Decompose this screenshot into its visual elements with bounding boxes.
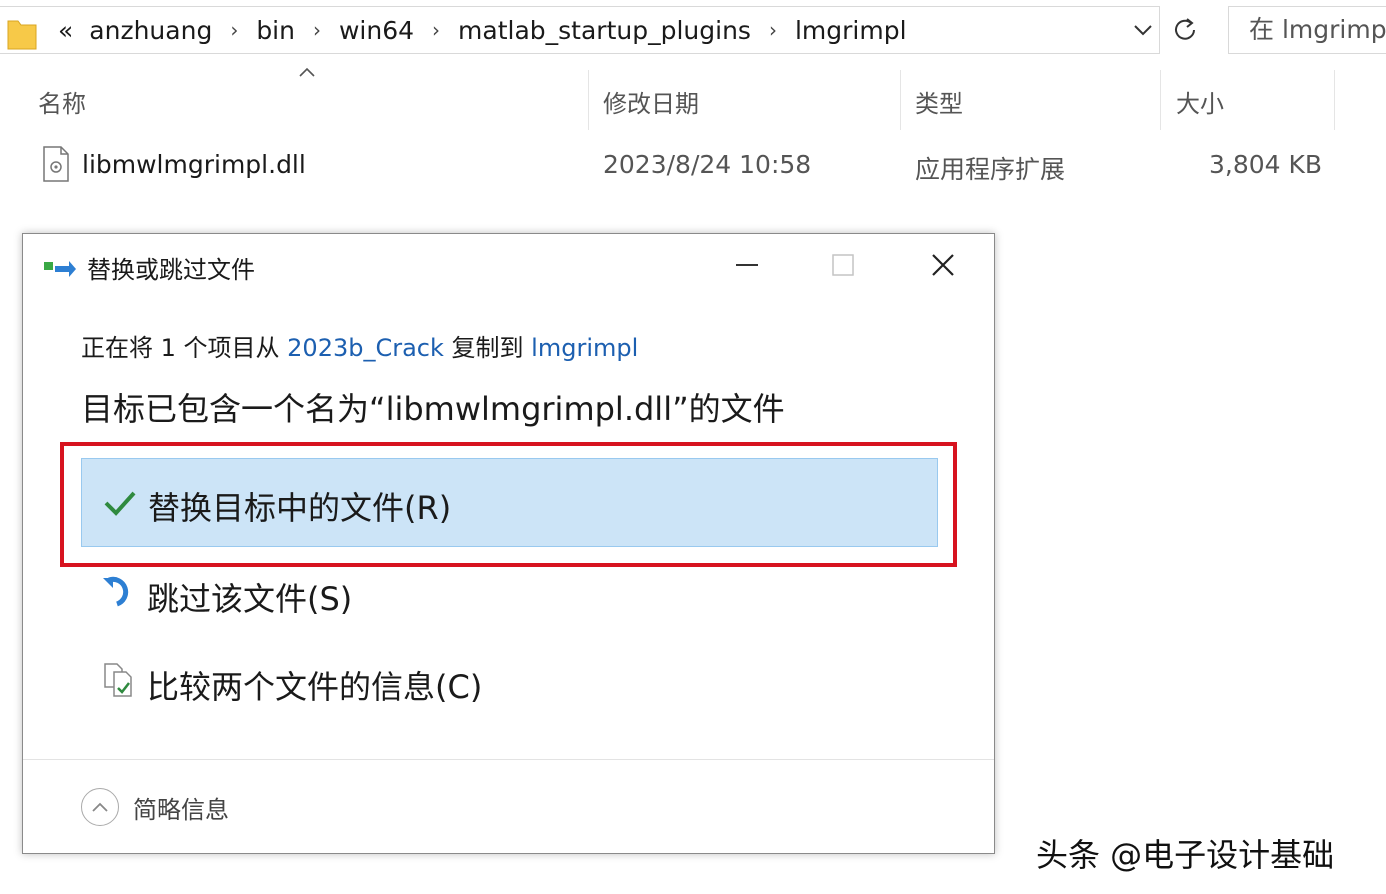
- address-bar[interactable]: « anzhuang › bin › win64 › matlab_startu…: [0, 6, 1160, 54]
- column-divider[interactable]: [588, 70, 589, 130]
- maximize-button[interactable]: [795, 234, 891, 296]
- copy-file-icon: [44, 261, 76, 277]
- maximize-icon: [832, 254, 854, 276]
- breadcrumb: « anzhuang › bin › win64 › matlab_startu…: [50, 7, 915, 53]
- conflict-message: 目标已包含一个名为“libmwlmgrimpl.dll”的文件: [81, 390, 785, 428]
- breadcrumb-item-lmgrimpl[interactable]: lmgrimpl: [795, 16, 907, 45]
- dialog-title: 替换或跳过文件: [87, 256, 255, 284]
- column-header-size[interactable]: 大小: [1176, 84, 1224, 119]
- replace-or-skip-dialog: 替换或跳过文件 正在将 1 个项目从 2023b_Crack 复制到 lmgri…: [22, 233, 995, 854]
- refresh-icon: [1175, 18, 1195, 40]
- column-header-name[interactable]: 名称: [38, 84, 86, 119]
- breadcrumb-item-bin[interactable]: bin: [256, 16, 295, 45]
- compare-files-icon: [104, 663, 132, 697]
- folder-icon: [7, 20, 37, 50]
- close-button[interactable]: [895, 234, 991, 296]
- file-name: libmwlmgrimpl.dll: [82, 150, 306, 179]
- minimize-button[interactable]: [699, 234, 795, 296]
- close-icon: [932, 254, 954, 276]
- file-size: 3,804 KB: [1209, 150, 1323, 179]
- column-divider[interactable]: [900, 70, 901, 130]
- file-type: 应用程序扩展: [915, 155, 1066, 184]
- toggle-details-button[interactable]: [81, 788, 119, 826]
- refresh-button[interactable]: [1162, 6, 1208, 54]
- replace-file-option[interactable]: 替换目标中的文件(R): [81, 458, 938, 547]
- skip-arrow-icon: [103, 576, 129, 607]
- replace-option-label: 替换目标中的文件(R): [148, 489, 452, 527]
- checkmark-icon: [104, 491, 136, 516]
- breadcrumb-item-anzhuang[interactable]: anzhuang: [89, 16, 212, 45]
- address-dropdown-button[interactable]: [1127, 7, 1159, 53]
- chevron-right-icon[interactable]: ›: [313, 18, 321, 42]
- sort-ascending-icon: [299, 67, 315, 77]
- source-folder-link[interactable]: 2023b_Crack: [287, 334, 444, 362]
- details-label[interactable]: 简略信息: [133, 790, 229, 825]
- breadcrumb-item-win64[interactable]: win64: [339, 16, 414, 45]
- file-date: 2023/8/24 10:58: [603, 150, 812, 179]
- compare-files-option[interactable]: 比较两个文件的信息(C): [81, 652, 938, 712]
- column-divider[interactable]: [1160, 70, 1161, 130]
- chevron-right-icon[interactable]: ›: [432, 18, 440, 42]
- minimize-icon: [736, 264, 758, 266]
- destination-folder-link[interactable]: lmgrimpl: [531, 334, 638, 362]
- breadcrumb-item-matlab-startup-plugins[interactable]: matlab_startup_plugins: [458, 16, 751, 45]
- column-header-type[interactable]: 类型: [915, 84, 963, 119]
- chevron-down-icon: [1134, 25, 1152, 36]
- copy-mid: 复制到: [443, 334, 532, 362]
- column-divider[interactable]: [1334, 70, 1335, 130]
- copy-progress-text: 正在将 1 个项目从 2023b_Crack 复制到 lmgrimpl: [81, 328, 638, 363]
- watermark: 头条 @电子设计基础: [1036, 836, 1335, 874]
- search-input[interactable]: 在 lmgrimp: [1228, 6, 1386, 54]
- copy-prefix: 正在将 1 个项目从: [81, 334, 288, 362]
- skip-option-label: 跳过该文件(S): [147, 580, 353, 618]
- skip-file-option[interactable]: 跳过该文件(S): [81, 564, 938, 624]
- file-row[interactable]: libmwlmgrimpl.dll 2023/8/24 10:58 应用程序扩展…: [0, 140, 1386, 192]
- breadcrumb-overflow[interactable]: «: [58, 16, 73, 45]
- footer-divider: [23, 759, 994, 760]
- column-header-date[interactable]: 修改日期: [603, 84, 699, 119]
- chevron-right-icon[interactable]: ›: [230, 18, 238, 42]
- chevron-up-icon: [92, 802, 108, 812]
- dll-file-icon: [43, 146, 69, 182]
- compare-option-label: 比较两个文件的信息(C): [147, 668, 483, 706]
- chevron-right-icon[interactable]: ›: [769, 18, 777, 42]
